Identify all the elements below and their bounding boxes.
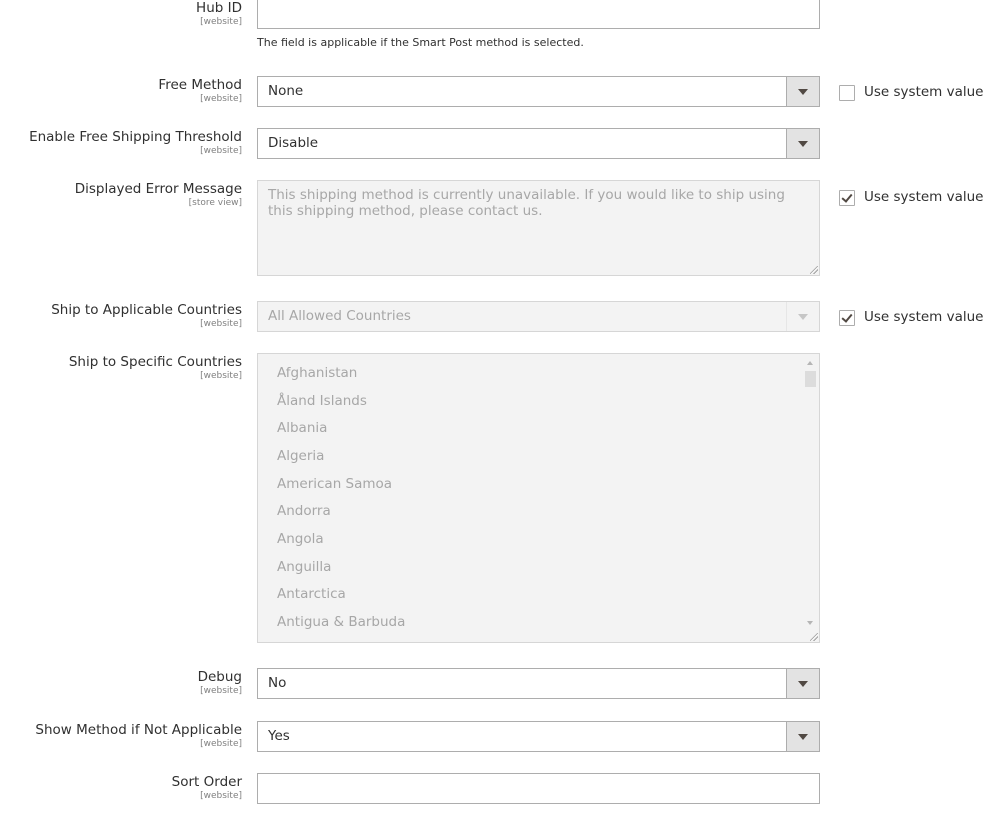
free-threshold-label: Enable Free Shipping Threshold [website] [29,129,242,157]
specific-countries-title: Ship to Specific Countries [68,354,242,370]
country-option[interactable]: Åland Islands [277,393,367,409]
applicable-countries-title: Ship to Applicable Countries [51,302,242,318]
debug-value: No [268,675,287,691]
show-method-value: Yes [268,728,290,744]
country-option[interactable]: Afghanistan [277,365,357,381]
country-option[interactable]: Antigua & Barbuda [277,614,405,630]
applicable-countries-dropdown-toggle[interactable] [786,302,819,331]
debug-title: Debug [197,669,242,685]
free-threshold-title: Enable Free Shipping Threshold [29,129,242,145]
country-option[interactable]: Anguilla [277,559,331,575]
specific-countries-label: Ship to Specific Countries [website] [69,354,242,382]
checkmark-icon [841,311,853,323]
error-message-label: Displayed Error Message [store view] [75,181,242,209]
specific-countries-multiselect[interactable]: Afghanistan Åland Islands Albania Algeri… [257,353,820,643]
sort-order-input[interactable] [257,773,820,804]
scroll-down-icon[interactable] [807,621,813,625]
hub-id-label: Hub ID [website] [196,0,242,28]
use-system-checkbox[interactable] [839,190,855,206]
country-option[interactable]: American Samoa [277,476,392,492]
resize-handle-icon[interactable] [810,266,818,274]
free-threshold-select[interactable]: Disable [257,128,820,159]
country-option[interactable]: Angola [277,531,324,547]
sort-order-label: Sort Order [website] [172,774,242,802]
error-message-value: This shipping method is currently unavai… [268,187,785,219]
scrollbar-thumb[interactable] [805,371,816,387]
hub-id-input[interactable] [257,0,820,29]
debug-scope: [website] [200,686,242,696]
country-option[interactable]: Andorra [277,503,331,519]
use-system-label: Use system value [864,84,984,100]
show-method-title: Show Method if Not Applicable [35,722,242,738]
chevron-down-icon [798,734,808,740]
error-message-title: Displayed Error Message [74,181,242,197]
use-system-checkbox[interactable] [839,310,855,326]
free-method-title: Free Method [158,77,242,93]
error-message-scope: [store view] [188,198,242,208]
debug-label: Debug [website] [198,669,242,697]
free-method-select[interactable]: None [257,76,820,107]
error-message-textarea[interactable]: This shipping method is currently unavai… [257,180,820,276]
applicable-countries-select[interactable]: All Allowed Countries [257,301,820,332]
use-system-label: Use system value [864,189,984,205]
specific-countries-scope: [website] [200,371,242,381]
chevron-down-icon [798,314,808,320]
free-threshold-dropdown-toggle[interactable] [786,129,819,158]
show-method-select[interactable]: Yes [257,721,820,752]
use-system-label: Use system value [864,309,984,325]
applicable-countries-scope: [website] [200,319,242,329]
free-method-dropdown-toggle[interactable] [786,77,819,106]
hub-id-note: The field is applicable if the Smart Pos… [257,36,584,49]
country-option[interactable]: Algeria [277,448,324,464]
country-option[interactable]: Antarctica [277,586,346,602]
applicable-countries-label: Ship to Applicable Countries [website] [51,302,242,330]
country-option[interactable]: Albania [277,420,327,436]
checkmark-icon [841,191,853,203]
show-method-label: Show Method if Not Applicable [website] [35,722,242,750]
use-system-checkbox[interactable] [839,85,855,101]
show-method-dropdown-toggle[interactable] [786,722,819,751]
free-threshold-scope: [website] [200,146,242,156]
free-method-scope: [website] [200,94,242,104]
chevron-down-icon [798,141,808,147]
show-method-scope: [website] [200,739,242,749]
resize-handle-icon[interactable] [810,633,818,641]
hub-id-title: Hub ID [196,0,242,16]
applicable-countries-value: All Allowed Countries [268,308,411,324]
scrollbar[interactable] [803,355,818,631]
chevron-down-icon [798,89,808,95]
debug-dropdown-toggle[interactable] [786,669,819,698]
free-method-label: Free Method [website] [158,77,242,105]
debug-select[interactable]: No [257,668,820,699]
free-threshold-value: Disable [268,135,319,151]
hub-id-scope: [website] [200,17,242,27]
sort-order-scope: [website] [200,791,242,801]
free-method-value: None [268,83,304,99]
chevron-down-icon [798,681,808,687]
scroll-up-icon[interactable] [807,361,813,365]
sort-order-title: Sort Order [171,774,242,790]
